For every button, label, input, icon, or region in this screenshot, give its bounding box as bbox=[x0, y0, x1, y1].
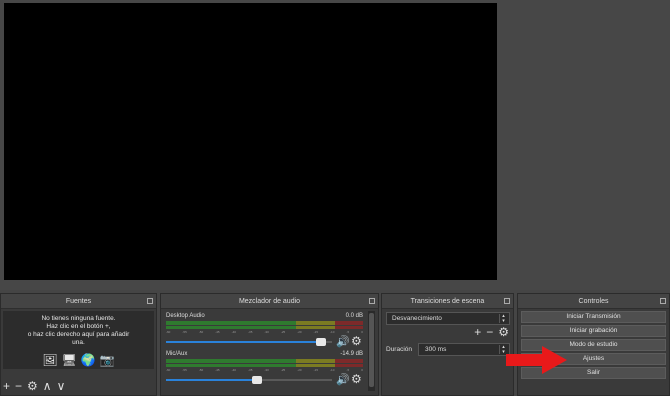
meter-tick-label: -50 bbox=[198, 330, 204, 334]
preview-area bbox=[0, 0, 670, 290]
meter-tick-label: -35 bbox=[248, 368, 253, 372]
image-icon: 🖼 bbox=[42, 353, 58, 367]
undock-icon[interactable] bbox=[504, 298, 510, 304]
spin-arrows-icon[interactable]: ▴ ▾ bbox=[499, 314, 507, 323]
speaker-icon[interactable]: 🔊 bbox=[336, 335, 350, 348]
globe-icon: 🌍 bbox=[80, 353, 96, 367]
sources-list[interactable]: No tienes ninguna fuente. Haz clic en el… bbox=[3, 311, 154, 369]
transition-tools: + − ⚙ bbox=[474, 326, 509, 338]
mixer-dock-title: Mezclador de audio bbox=[161, 294, 378, 309]
sources-title: Fuentes bbox=[65, 298, 92, 305]
duration-input[interactable]: 300 ms ▴ ▾ bbox=[418, 343, 510, 356]
transitions-dock: Transiciones de escena Desvanecimiento ▴… bbox=[381, 293, 514, 396]
down-icon[interactable]: ∨ bbox=[57, 380, 66, 392]
channel-db: -14.9 dB bbox=[340, 351, 363, 357]
mixer-title: Mezclador de audio bbox=[238, 298, 301, 305]
sources-dock-title: Fuentes bbox=[1, 294, 156, 309]
annotation-arrow-icon bbox=[506, 346, 567, 374]
add-icon[interactable]: + bbox=[474, 326, 481, 338]
meter-tick-label: -25 bbox=[280, 330, 286, 334]
controls-dock-title: Controles bbox=[518, 294, 669, 309]
start-streaming-button[interactable]: Iniciar Transmisión bbox=[521, 311, 666, 323]
undock-icon[interactable] bbox=[147, 298, 153, 304]
channel-name: Desktop Audio bbox=[166, 313, 205, 319]
sources-icon-row: 🖼 🖥 🌍 📷 bbox=[3, 354, 154, 366]
program-preview[interactable] bbox=[4, 3, 497, 280]
meter-tick-label: -20 bbox=[297, 368, 302, 372]
remove-icon[interactable]: − bbox=[15, 380, 22, 392]
meter-tick-label: -10 bbox=[330, 368, 335, 372]
meter-tick-label: -55 bbox=[182, 330, 187, 334]
start-recording-button[interactable]: Iniciar grabación bbox=[521, 325, 666, 337]
meter-tick-label: -45 bbox=[215, 368, 220, 372]
camera-icon: 📷 bbox=[99, 353, 115, 367]
sources-empty-message: No tienes ninguna fuente. Haz clic en el… bbox=[27, 315, 130, 346]
meter-tick-label: -5 bbox=[346, 368, 350, 372]
slider-handle[interactable] bbox=[252, 376, 262, 384]
meter-tick-label: -15 bbox=[313, 330, 318, 334]
meter-ticks: -60 -55 -50 -45 -40 -35 -30 -25 -20 -15 -10 -5 0 bbox=[166, 368, 363, 372]
up-icon[interactable]: ∧ bbox=[43, 380, 52, 392]
slider-handle[interactable] bbox=[316, 338, 326, 346]
volume-meter bbox=[166, 359, 363, 367]
channel-name: Mic/Aux bbox=[166, 351, 188, 357]
gear-icon[interactable]: ⚙ bbox=[27, 380, 38, 392]
meter-tick-label: -40 bbox=[231, 330, 236, 334]
mixer-scrollbar[interactable] bbox=[368, 311, 375, 391]
meter-tick-label: -40 bbox=[231, 368, 236, 372]
monitor-icon: 🖥 bbox=[61, 353, 77, 367]
mixer-body: Desktop Audio 0.0 dB -60 -55 -50 -45 -40 -35 -… bbox=[163, 311, 367, 393]
controls-title: Controles bbox=[578, 298, 609, 305]
mixer-dock: Mezclador de audio Desktop Audio 0.0 dB … bbox=[160, 293, 379, 396]
speaker-icon[interactable]: 🔊 bbox=[336, 373, 350, 386]
transitions-title: Transiciones de escena bbox=[410, 298, 485, 305]
meter-ticks: -60 -55 -50 -45 -40 -35 -30 -25 -20 -15 -10 -5 0 bbox=[166, 330, 363, 334]
meter-tick-label: -55 bbox=[182, 368, 187, 372]
meter-tick-label: -15 bbox=[313, 368, 318, 372]
volume-slider[interactable] bbox=[166, 337, 332, 347]
meter-tick-label: -60 bbox=[166, 368, 171, 372]
meter-tick-label: -10 bbox=[330, 330, 335, 334]
mixer-channel: Desktop Audio 0.0 dB -60 -55 -50 -45 -40 -35 -… bbox=[166, 313, 366, 349]
duration-value: 300 ms bbox=[425, 346, 447, 353]
volume-meter bbox=[166, 321, 363, 329]
gear-icon[interactable]: ⚙ bbox=[351, 372, 362, 386]
meter-tick-label: -25 bbox=[280, 368, 286, 372]
meter-tick-label: -30 bbox=[264, 330, 269, 334]
undock-icon[interactable] bbox=[660, 298, 666, 304]
volume-slider[interactable] bbox=[166, 375, 332, 385]
meter-tick-label: -60 bbox=[166, 330, 171, 334]
meter-tick-label: -30 bbox=[264, 368, 269, 372]
transition-selected: Desvanecimiento bbox=[392, 315, 442, 322]
transitions-dock-title: Transiciones de escena bbox=[382, 294, 513, 309]
sources-toolbar: + − ⚙ ∧ ∨ bbox=[3, 380, 65, 392]
duration-label: Duración bbox=[386, 346, 413, 353]
mixer-channel: Mic/Aux -14.9 dB -60 -55 -50 -45 -40 -35 -30 -2… bbox=[166, 351, 366, 387]
transition-select[interactable]: Desvanecimiento ▴ ▾ bbox=[386, 312, 510, 325]
meter-tick-label: -35 bbox=[248, 330, 253, 334]
meter-tick-label: -20 bbox=[297, 330, 302, 334]
add-icon[interactable]: + bbox=[3, 380, 10, 392]
gear-icon[interactable]: ⚙ bbox=[351, 334, 362, 348]
channel-db: 0.0 dB bbox=[345, 313, 363, 319]
undock-icon[interactable] bbox=[369, 298, 375, 304]
meter-tick-label: -50 bbox=[198, 368, 204, 372]
meter-tick-label: -5 bbox=[346, 330, 350, 334]
meter-tick-label: -45 bbox=[215, 330, 220, 334]
remove-icon[interactable]: − bbox=[486, 326, 493, 338]
gear-icon[interactable]: ⚙ bbox=[498, 326, 509, 338]
sources-dock: Fuentes No tienes ninguna fuente. Haz cl… bbox=[0, 293, 157, 396]
